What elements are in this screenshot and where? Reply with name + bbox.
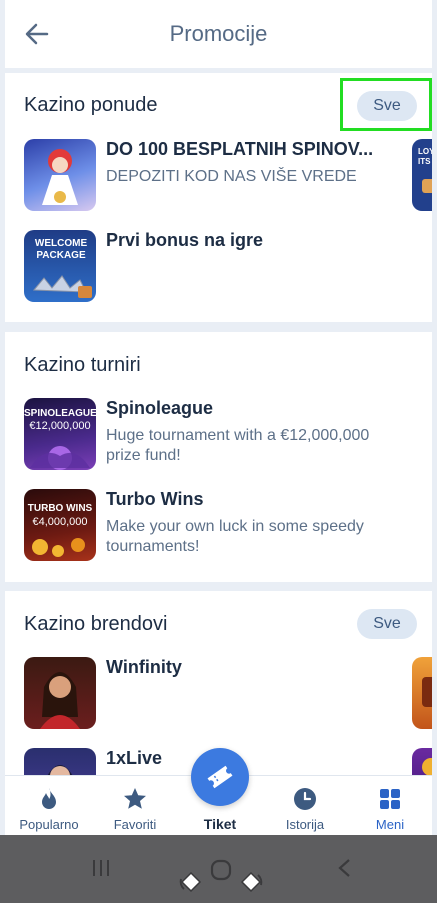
back-arrow-icon[interactable]	[23, 20, 51, 48]
nav-label-tiket: Tiket	[203, 816, 237, 832]
offer-peek-thumbnail[interactable]: LOYAL ITS W	[412, 139, 432, 211]
star-icon	[124, 788, 146, 809]
brand-title: Winfinity	[106, 657, 182, 677]
offer-subtitle: DEPOZITI KOD NAS VIŠE VREDE	[106, 168, 357, 185]
thumb-amount: €4,000,000	[32, 516, 88, 528]
offer-thumbnail	[24, 139, 96, 211]
tournament-thumbnail: TURBO WINS €4,000,000	[24, 489, 96, 561]
tournament-subtitle: Make your own luck in some speedy tourna…	[106, 518, 364, 555]
section-title: Kazino ponude	[24, 94, 158, 116]
tournament-subtitle: Huge tournament with a €12,000,000 prize…	[106, 427, 370, 464]
rotate-left-icon[interactable]	[176, 867, 206, 897]
highlight-box	[340, 78, 432, 131]
page-title: Promocije	[169, 21, 268, 46]
ticket-button[interactable]	[191, 748, 249, 806]
recents-icon[interactable]	[90, 857, 112, 879]
thumb-amount: €12,000,000	[29, 420, 91, 432]
tournament-thumbnail: SPINOLEAGUE €12,000,000	[24, 398, 96, 470]
nav-label: Popularno	[19, 817, 79, 832]
clock-icon	[294, 788, 316, 810]
thumb-caption: WELCOME PACKAGE	[34, 238, 88, 261]
back-icon[interactable]	[334, 857, 356, 879]
see-all-button[interactable]: Sve	[357, 609, 417, 639]
nav-label: Istorija	[285, 817, 325, 832]
nav-item-favoriti[interactable]: Favoriti	[93, 786, 177, 832]
system-navigation-bar	[0, 835, 437, 903]
tournament-item[interactable]: SPINOLEAGUE €12,000,000 Spinoleague Huge…	[24, 398, 424, 472]
tournament-title: Turbo Wins	[106, 489, 204, 509]
tournament-item[interactable]: TURBO WINS €4,000,000 Turbo Wins Make yo…	[24, 489, 424, 563]
home-icon[interactable]	[210, 859, 232, 881]
brand-peek-thumbnail[interactable]	[412, 657, 432, 729]
tournament-title: Spinoleague	[106, 398, 214, 418]
section-title: Kazino turniri	[24, 354, 141, 376]
peek-art	[422, 758, 432, 775]
nav-label: Meni	[375, 817, 405, 832]
bottom-navigation: Popularno Favoriti Tiket Istorija Meni	[5, 748, 432, 835]
peek-label: LOYAL ITS W	[418, 147, 432, 166]
rotate-right-icon[interactable]	[236, 867, 266, 897]
peek-art	[422, 677, 432, 707]
nav-label: Favoriti	[113, 817, 157, 832]
brand-item[interactable]: Winfinity	[24, 657, 424, 731]
peek-art	[422, 179, 432, 193]
nav-item-istorija[interactable]: Istorija	[263, 786, 347, 832]
thumb-caption: TURBO WINS	[27, 503, 93, 514]
nav-item-meni[interactable]: Meni	[348, 786, 432, 832]
brand-title: 1xLive	[106, 748, 163, 768]
brand-thumbnail	[24, 657, 96, 729]
flame-icon	[42, 788, 56, 809]
offer-title: Prvi bonus na igre	[106, 230, 264, 250]
top-app-bar: Promocije	[5, 0, 432, 68]
offer-item[interactable]: WELCOME PACKAGE Prvi bonus na igre	[24, 230, 424, 304]
nav-item-popularno[interactable]: Popularno	[7, 786, 91, 832]
offer-thumbnail: WELCOME PACKAGE	[24, 230, 96, 302]
grid-icon	[380, 789, 400, 809]
brand-thumbnail	[24, 748, 96, 775]
offer-title: DO 100 BESPLATNIH SPINOV...	[106, 139, 374, 159]
offer-item[interactable]: DO 100 BESPLATNIH SPINOV... DEPOZITI KOD…	[24, 139, 424, 213]
brand-peek-thumbnail[interactable]	[412, 748, 432, 775]
thumb-caption: SPINOLEAGUE	[24, 408, 96, 419]
casino-tournaments-section: Kazino turniri SPINOLEAGUE €12,000,000 S…	[5, 332, 432, 582]
section-title: Kazino brendovi	[24, 613, 168, 635]
ticket-icon	[207, 765, 233, 789]
